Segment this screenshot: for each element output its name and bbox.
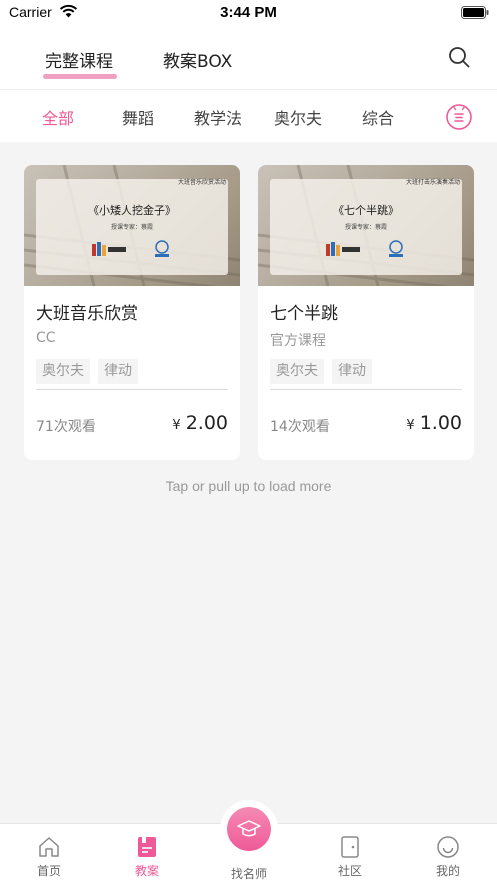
active-tab-indicator [43,74,117,79]
thumbnail-title: 《小矮人挖金子》 [88,204,176,217]
category-pedagogy[interactable]: 教学法 [194,105,242,129]
course-tag: 律动 [98,359,138,384]
publisher-logo-icon [92,242,126,256]
category-general[interactable]: 综合 [362,105,394,129]
course-author: 官方课程 [270,333,326,349]
course-author: CC [36,330,56,346]
course-title: 七个半跳 [270,304,338,324]
tab-profile[interactable]: 我的 [408,824,488,883]
card-divider [36,389,228,390]
thumbnail-expert: 授课专家：蔡霞 [110,224,153,231]
category-orff[interactable]: 奥尔夫 [274,105,322,129]
view-count: 71次观看 [36,419,96,435]
profile-icon [437,836,459,858]
thumbnail-title: 《七个半跳》 [333,204,399,217]
category-bar: 全部 舞蹈 教学法 奥尔夫 综合 [0,89,497,142]
price-value: 2.00 [185,412,228,434]
course-tag: 奥尔夫 [270,359,324,384]
tab-complete-courses[interactable]: 完整课程 [43,47,117,79]
status-bar: Carrier 3:44 PM [0,0,497,26]
tab-label: 我的 [435,864,460,878]
tab-community[interactable]: 社区 [310,824,390,883]
thumbnail-event-label: 大班打击乐演奏活动 [405,179,460,186]
course-card[interactable]: 大班音乐欣赏活动 《小矮人挖金子》 授课专家：蔡霞 大班音乐欣赏 CC 奥尔夫 … [24,165,240,460]
category-dance[interactable]: 舞蹈 [122,105,154,129]
tab-lesson-box[interactable]: 教案BOX [163,47,232,72]
lesson-plan-icon [138,837,156,857]
home-icon [39,837,59,857]
view-count: 14次观看 [270,419,330,435]
tab-label: 完整课程 [45,52,113,72]
publisher-logo-icon [326,242,360,256]
filter-menu-icon[interactable] [445,103,473,131]
course-price: ¥ 1.00 [406,412,462,434]
course-title: 大班音乐欣赏 [36,304,138,324]
tab-home[interactable]: 首页 [9,824,89,883]
thumbnail-expert: 授课专家：蔡霞 [344,224,387,231]
battery-icon [461,6,489,19]
course-thumbnail: 大班打击乐演奏活动 《七个半跳》 授课专家：蔡霞 [258,165,474,286]
currency-symbol: ¥ [172,418,181,433]
clock-time: 3:44 PM [220,4,277,21]
category-all[interactable]: 全部 [42,105,74,129]
course-price: ¥ 2.00 [172,412,228,434]
tab-label: 社区 [337,864,362,878]
tab-label: 首页 [36,864,61,878]
currency-symbol: ¥ [406,418,415,433]
search-icon[interactable] [447,45,471,69]
center-fab [227,807,271,851]
iecei-logo-icon [155,240,169,257]
price-value: 1.00 [419,412,462,434]
card-divider [270,389,462,390]
tab-label: 找名师 [230,867,267,881]
load-more-button[interactable]: Tap or pull up to load more [0,478,497,494]
graduation-cap-icon [237,820,261,837]
community-icon [341,836,359,858]
find-teacher-button[interactable] [220,800,278,858]
thumbnail-event-label: 大班音乐欣赏活动 [177,179,226,186]
tab-label: 教案 [134,864,159,878]
iecei-logo-icon [389,240,403,257]
course-tag: 律动 [332,359,372,384]
course-tag: 奥尔夫 [36,359,90,384]
tab-lesson-plans[interactable]: 教案 [107,824,187,883]
top-header: 完整课程 教案BOX [0,26,497,89]
course-thumbnail: 大班音乐欣赏活动 《小矮人挖金子》 授课专家：蔡霞 [24,165,240,286]
course-card[interactable]: 大班打击乐演奏活动 《七个半跳》 授课专家：蔡霞 七个半跳 官方课程 奥尔夫 律… [258,165,474,460]
tab-label: 教案BOX [163,52,233,72]
